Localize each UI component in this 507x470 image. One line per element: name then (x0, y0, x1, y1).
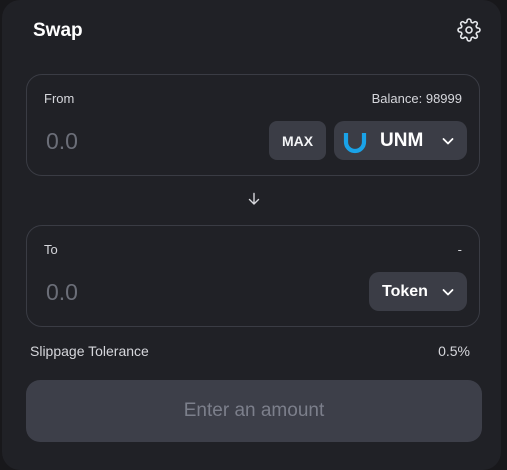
from-token-select[interactable]: UNM (334, 121, 467, 160)
chevron-down-icon (442, 137, 454, 144)
slippage-value: 0.5% (438, 343, 470, 359)
arrow-down-icon[interactable] (246, 191, 262, 207)
to-panel: To - Token (26, 225, 480, 327)
max-button[interactable]: MAX (269, 121, 326, 160)
to-amount-input[interactable] (46, 276, 236, 308)
from-token-symbol: UNM (380, 129, 424, 151)
to-label: To (44, 242, 58, 257)
to-balance: - (457, 242, 462, 257)
to-token-symbol: Token (382, 282, 428, 300)
chevron-down-icon (442, 288, 454, 295)
from-balance: Balance: 98999 (371, 91, 462, 106)
submit-button[interactable]: Enter an amount (26, 380, 482, 442)
from-panel: From Balance: 98999 MAX UNM (26, 74, 480, 176)
swap-title: Swap (33, 20, 83, 41)
from-amount-input[interactable] (46, 125, 236, 157)
to-token-select[interactable]: Token (369, 272, 467, 311)
gear-icon[interactable] (457, 18, 481, 42)
swap-header: Swap (33, 18, 481, 46)
unm-token-logo-icon (343, 132, 367, 153)
swap-card: Swap From Balance: 98999 MAX UNM To (2, 0, 501, 470)
slippage-label: Slippage Tolerance (30, 343, 149, 359)
from-label: From (44, 91, 75, 106)
